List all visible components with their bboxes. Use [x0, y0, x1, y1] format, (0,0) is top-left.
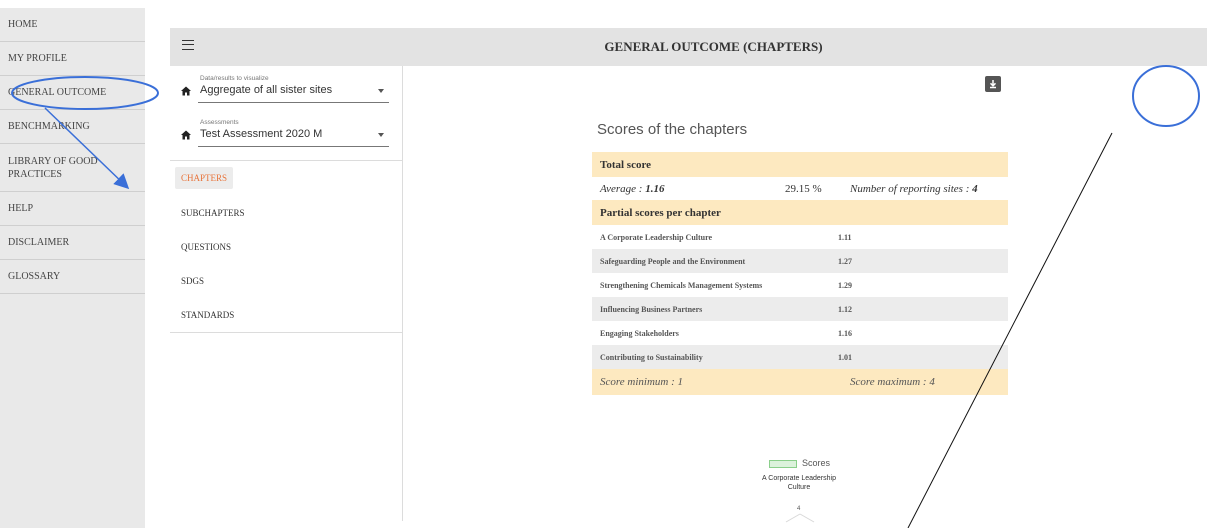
assessment-select[interactable]: Assessments Test Assessment 2020 M — [181, 119, 389, 149]
home-icon — [181, 86, 191, 96]
chapter-score: 1.11 — [838, 232, 852, 242]
select-underline — [198, 146, 389, 147]
menu-item-sdgs[interactable]: SDGs — [181, 276, 204, 286]
menu-item-chapters[interactable]: CHAPTERS — [175, 167, 234, 189]
average-value: 1.16 — [645, 182, 665, 195]
menu-item-standards[interactable]: STANDARDS — [181, 310, 234, 320]
chapter-score: 1.16 — [838, 328, 852, 338]
divider — [170, 160, 402, 161]
radar-axis-label: A Corporate Leadership Culture — [762, 475, 836, 491]
reporting-sites-value: 4 — [972, 182, 978, 195]
total-score-header-label: Total score — [600, 158, 652, 171]
select-underline — [198, 102, 389, 103]
radar-tick-label: 4 — [797, 506, 801, 512]
top-bar: GENERAL OUTCOME (CHAPTERS) — [170, 28, 1207, 66]
legend-swatch[interactable] — [769, 460, 797, 468]
home-icon — [181, 130, 191, 140]
score-table: Total score Average : 1.16 29.15 % Numbe… — [592, 152, 1008, 395]
chapter-score: 1.27 — [838, 256, 852, 266]
chapter-name: Safeguarding People and the Environment — [600, 256, 746, 266]
table-row: Contributing to Sustainability 1.01 — [592, 345, 1008, 369]
table-row: Safeguarding People and the Environment … — [592, 249, 1008, 273]
chapter-name: Influencing Business Partners — [600, 304, 703, 314]
chapter-name: Contributing to Sustainability — [600, 352, 703, 362]
nav-item-my-profile[interactable]: MY PROFILE — [0, 42, 145, 76]
nav-item-disclaimer[interactable]: DISCLAIMER — [0, 226, 145, 260]
chevron-down-icon — [378, 89, 384, 93]
average-row: Average : 1.16 29.15 % Number of reporti… — [592, 177, 1008, 200]
score-maximum: Score maximum : 4 — [850, 376, 935, 388]
chapter-score: 1.29 — [838, 280, 852, 290]
page-title: GENERAL OUTCOME (CHAPTERS) — [604, 39, 823, 54]
total-score-header: Total score — [592, 152, 1008, 177]
filter-panel: Data/results to visualize Aggregate of a… — [170, 66, 403, 521]
side-nav: HOME MY PROFILE GENERAL OUTCOME BENCHMAR… — [0, 8, 145, 528]
menu-item-subchapters[interactable]: SUBCHAPTERS — [181, 208, 245, 218]
table-row: A Corporate Leadership Culture 1.11 — [592, 225, 1008, 249]
table-row: Influencing Business Partners 1.12 — [592, 297, 1008, 321]
average-label: Average : 1.16 — [600, 182, 665, 195]
divider — [170, 332, 402, 333]
download-icon — [989, 80, 997, 89]
chapter-name: Strengthening Chemicals Management Syste… — [600, 280, 763, 290]
data-select-value: Aggregate of all sister sites — [200, 84, 333, 96]
table-row: Engaging Stakeholders 1.16 — [592, 321, 1008, 345]
data-select[interactable]: Data/results to visualize Aggregate of a… — [181, 75, 389, 105]
chapter-name: Engaging Stakeholders — [600, 328, 679, 338]
reporting-sites: Number of reporting sites : 4 — [850, 182, 978, 195]
assessment-select-label: Assessments — [200, 119, 239, 126]
nav-item-general-outcome[interactable]: GENERAL OUTCOME — [0, 76, 145, 110]
download-button[interactable] — [985, 76, 1001, 92]
nav-item-home[interactable]: HOME — [0, 8, 145, 42]
menu-icon[interactable] — [182, 40, 194, 50]
scores-title: Scores of the chapters — [597, 121, 748, 138]
menu-item-questions[interactable]: QUESTIONS — [181, 242, 231, 252]
chevron-down-icon — [378, 133, 384, 137]
score-range-row: Score minimum : 1 Score maximum : 4 — [592, 369, 1008, 395]
partial-score-header: Partial scores per chapter — [592, 200, 1008, 225]
legend-label: Scores — [802, 458, 831, 468]
data-select-label: Data/results to visualize — [200, 75, 269, 82]
assessment-select-value: Test Assessment 2020 M — [200, 128, 323, 140]
table-row: Strengthening Chemicals Management Syste… — [592, 273, 1008, 297]
nav-item-benchmarking[interactable]: BENCHMARKING — [0, 110, 145, 144]
nav-item-library-of-good-practices[interactable]: LIBRARY OF GOOD PRACTICES — [0, 144, 145, 192]
score-minimum: Score minimum : 1 — [600, 376, 683, 388]
chapter-name: A Corporate Leadership Culture — [600, 232, 713, 242]
nav-item-glossary[interactable]: GLOSSARY — [0, 260, 145, 294]
nav-item-help[interactable]: HELP — [0, 192, 145, 226]
partial-score-header-label: Partial scores per chapter — [600, 206, 721, 219]
chapter-score: 1.01 — [838, 352, 852, 362]
average-percent: 29.15 % — [785, 182, 822, 195]
chapter-score: 1.12 — [838, 304, 852, 314]
